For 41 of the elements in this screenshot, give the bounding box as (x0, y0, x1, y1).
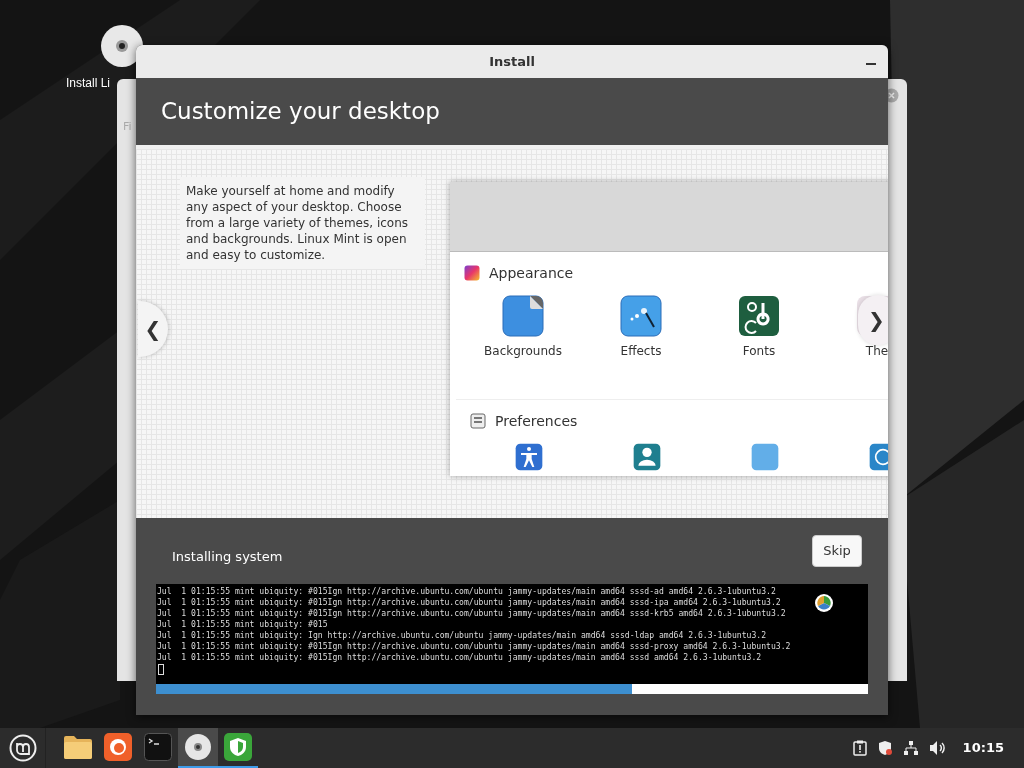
app-label[interactable]: Effects (620, 342, 662, 360)
magic-wand-icon (620, 295, 662, 337)
window-text: Fi (123, 119, 132, 135)
preferences-icon (470, 413, 486, 429)
picture-file-icon (502, 295, 544, 337)
palette-icon (464, 265, 480, 281)
shield-icon[interactable] (876, 740, 893, 756)
app-label[interactable]: Fonts (742, 342, 776, 360)
clock[interactable]: 10:15 (962, 738, 1004, 758)
installer-logo-icon (814, 593, 834, 613)
browser-icon (104, 733, 132, 761)
previous-button[interactable]: ❮ (138, 301, 168, 357)
slide-description: Make yourself at home and modify any aspect of your desktop. Choose from a large variety of themes, icons and backgrounds. Linux Mint is open and easy to customize. (180, 177, 425, 269)
disc-icon (184, 733, 212, 761)
page-heading: Customize your desktop (161, 97, 440, 127)
app-label[interactable]: The (865, 342, 888, 360)
disc-icon[interactable] (100, 24, 144, 68)
mint-logo-icon (8, 734, 37, 762)
clipboard-icon[interactable] (852, 740, 867, 756)
cursor (158, 664, 164, 675)
window-title: Install (489, 52, 535, 71)
taskbar-launcher[interactable] (178, 728, 218, 768)
skip-button[interactable]: Skip (812, 535, 862, 567)
folder-icon (63, 734, 93, 760)
status-label: Installing system (172, 548, 283, 567)
log-line: Jul 1 01:15:55 mint ubiquity: #015Ign http://archive.ubuntu.com/ubuntu jammy-updates/main amd64 sssd-proxy amd64 2.6.3-1ubuntu3.2 (157, 641, 791, 652)
network-icon[interactable] (902, 740, 919, 756)
app-label[interactable]: Backgrounds (484, 342, 562, 360)
section-title: Appearance (489, 263, 574, 283)
log-line: Jul 1 01:15:55 mint ubiquity: #015Ign http://archive.ubuntu.com/ubuntu jammy-updates/main amd64 sssd amd64 2.6.3-1ubuntu3.2 (157, 652, 762, 663)
fonts-icon (738, 295, 780, 337)
log-line: Jul 1 01:15:55 mint ubiquity: #015Ign http://archive.ubuntu.com/ubuntu jammy-updates/main amd64 sssd-krb5 amd64 2.6.3-1ubuntu3.2 (157, 608, 786, 619)
log-line: Jul 1 01:15:55 mint ubiquity: #015Ign http://archive.ubuntu.com/ubuntu jammy-updates/main amd64 sssd-ipa amd64 2.6.3-1ubuntu3.2 (157, 597, 781, 608)
section-title: Preferences (495, 411, 578, 431)
terminal-icon (144, 733, 172, 761)
log-line: Jul 1 01:15:55 mint ubiquity: #015Ign http://archive.ubuntu.com/ubuntu jammy-updates/main amd64 sssd-ad amd64 2.6.3-1ubuntu3.2 (157, 586, 776, 597)
log-line: Jul 1 01:15:55 mint ubiquity: Ign http://archive.ubuntu.com/ubuntu jammy-updates/main amd64 sssd-ldap amd64 2.6.3-1ubuntu3.2 (157, 630, 767, 641)
shield-icon (224, 733, 252, 761)
log-line: Jul 1 01:15:55 mint ubiquity: #015 (157, 619, 328, 630)
desktop-icon-label: Install Li (66, 75, 111, 92)
volume-icon[interactable] (928, 740, 947, 756)
